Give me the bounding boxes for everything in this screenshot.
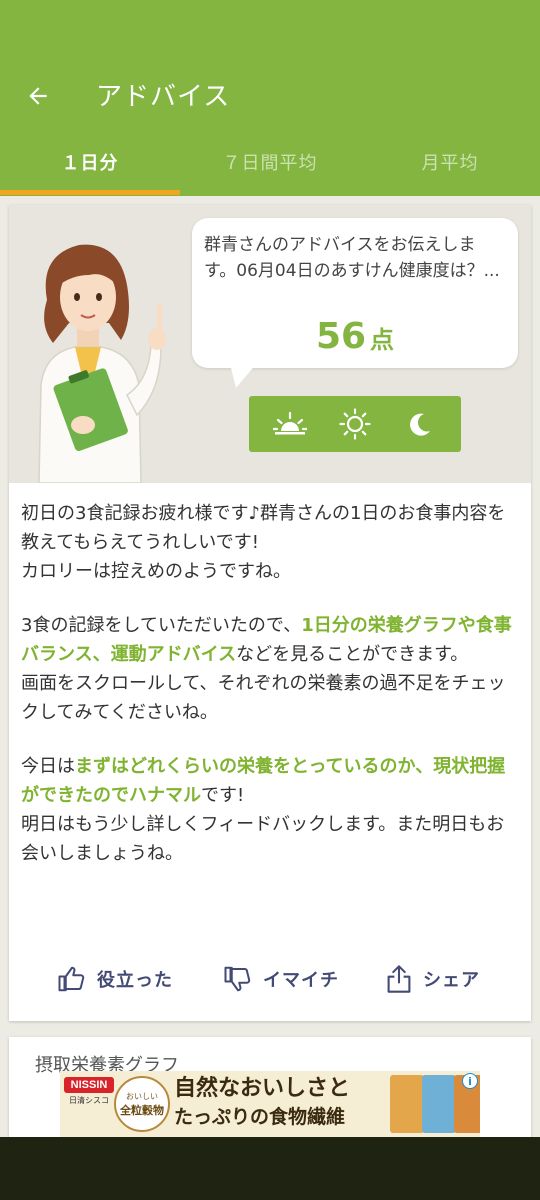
- speech-bubble-tail: [230, 364, 256, 388]
- share-button[interactable]: シェア: [385, 959, 480, 999]
- health-score: 56 点: [192, 316, 518, 357]
- tab-7-day-average[interactable]: ７日間平均: [180, 140, 360, 196]
- ad-brand: NISSIN 日清シスコ: [64, 1077, 114, 1106]
- score-unit: 点: [370, 326, 395, 354]
- advice-card: 群青さんのアドバイスをお伝えします。06月04日のあすけん健康度は？... 56…: [9, 205, 531, 1021]
- ad-banner[interactable]: NISSIN 日清シスコ おいしい 全粒穀物 自然なおいしさと たっぷりの食物繊…: [60, 1071, 480, 1137]
- not-helpful-button[interactable]: イマイチ: [223, 959, 339, 999]
- info-icon[interactable]: i: [462, 1073, 478, 1089]
- meal-time-selector: [249, 396, 461, 452]
- thumbs-up-icon: [58, 966, 85, 992]
- moon-icon: [410, 413, 431, 436]
- not-helpful-label: イマイチ: [263, 970, 339, 991]
- ad-brand-sub: 日清シスコ: [69, 1096, 109, 1105]
- tab-monthly-average[interactable]: 月平均: [360, 140, 540, 196]
- ad-badge-top: おいしい: [126, 1091, 158, 1101]
- ad-headline-2: たっぷりの食物繊維: [174, 1106, 346, 1128]
- helpful-button[interactable]: 役立った: [57, 959, 173, 999]
- breakfast-button[interactable]: [270, 404, 310, 444]
- advice-paragraph-2: 3食の記録をしていただいたので、1日分の栄養グラフや食事バランス、運動アドバイス…: [21, 611, 521, 727]
- speech-text: 群青さんのアドバイスをお伝えします。06月04日のあすけん健康度は？...: [204, 235, 500, 281]
- advice-paragraph-3: 今日はまずはどれくらいの栄養をとっているのか、現状把握ができたのでハナマルです!…: [21, 752, 521, 868]
- paragraph-3-text-a: 今日は: [21, 756, 75, 777]
- page-title: アドバイス: [96, 82, 231, 112]
- back-button[interactable]: [18, 76, 58, 116]
- share-label: シェア: [423, 970, 480, 991]
- score-value: 56: [315, 316, 367, 357]
- app-bar: アドバイス １日分 ７日間平均 月平均: [0, 0, 540, 196]
- ad-copy: 自然なおいしさと たっぷりの食物繊維: [174, 1075, 384, 1131]
- share-icon: [387, 965, 411, 993]
- ad-product-image: [422, 1075, 456, 1133]
- advisor-illustration: [38, 244, 166, 483]
- ad-brand-logo: NISSIN: [64, 1077, 114, 1093]
- paragraph-2-text-a: 3食の記録をしていただいたので、: [21, 615, 302, 636]
- tab-indicator: [0, 190, 180, 195]
- speech-bubble: 群青さんのアドバイスをお伝えします。06月04日のあすけん健康度は？... 56…: [192, 218, 518, 388]
- feedback-actions: 役立った イマイチ シェア: [9, 953, 531, 1005]
- helpful-label: 役立った: [97, 970, 173, 991]
- thumbs-down-icon: [224, 966, 251, 992]
- ad-badge-main: 全粒穀物: [120, 1103, 164, 1117]
- system-nav-bar: [0, 1137, 540, 1200]
- sunrise-icon: [272, 411, 307, 435]
- tab-1-day[interactable]: １日分: [0, 140, 180, 196]
- advice-body: 初日の3食記録お疲れ様です♪群青さんの1日のお食事内容を教えてもらえてうれしいで…: [21, 499, 521, 893]
- ad-headline-1: 自然なおいしさと: [174, 1076, 351, 1101]
- ad-product-image: [390, 1075, 424, 1133]
- advisor-hero: 群青さんのアドバイスをお伝えします。06月04日のあすけん健康度は？... 56…: [9, 205, 531, 483]
- lunch-button[interactable]: [335, 404, 375, 444]
- advice-paragraph-1: 初日の3食記録お疲れ様です♪群青さんの1日のお食事内容を教えてもらえてうれしいで…: [21, 503, 506, 582]
- arrow-left-icon: [29, 87, 47, 105]
- dinner-button[interactable]: [400, 404, 440, 444]
- paragraph-3-highlight: まずはどれくらいの栄養をとっているのか、現状把握ができたのでハナマル: [21, 756, 506, 806]
- ad-badge: おいしい 全粒穀物: [114, 1076, 170, 1132]
- tab-bar: １日分 ７日間平均 月平均: [0, 140, 540, 196]
- sun-icon: [339, 408, 371, 440]
